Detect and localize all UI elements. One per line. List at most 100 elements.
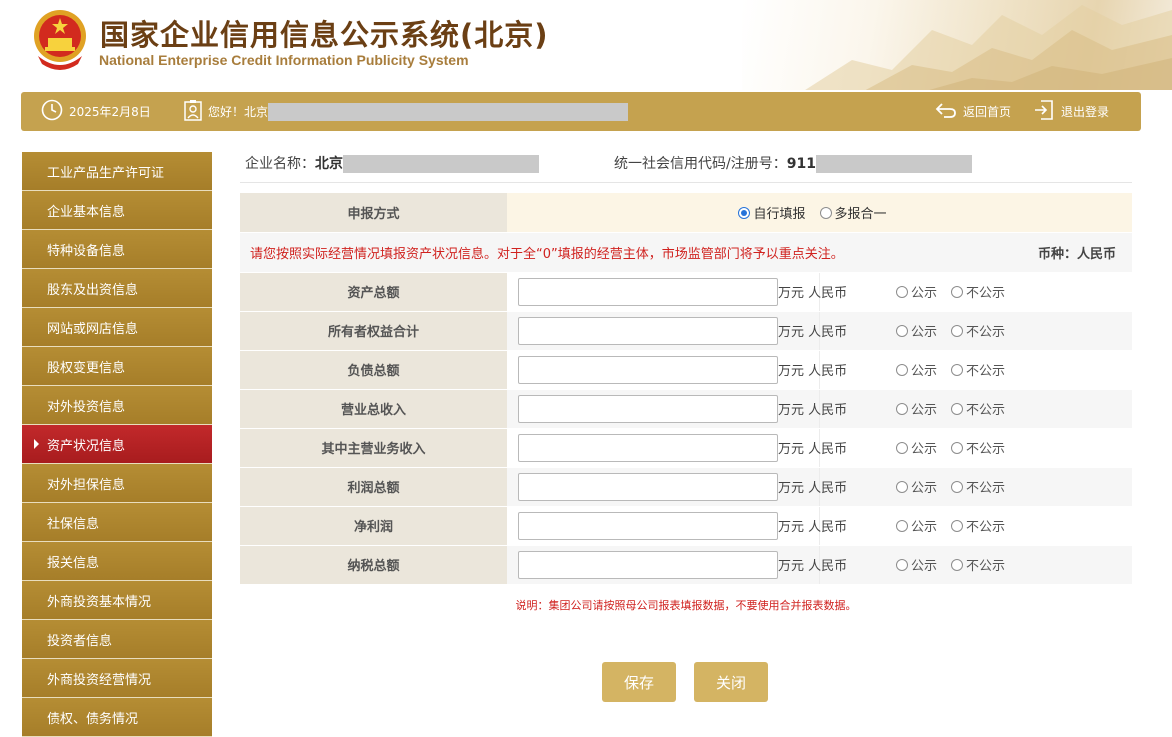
field-input-cell: 万元 人民币 <box>507 389 847 429</box>
redacted-enterprise-name <box>343 155 539 173</box>
public-option-label: 公示 <box>911 403 938 418</box>
sidebar-item[interactable]: 企业基本信息 <box>22 191 212 230</box>
sidebar-item[interactable]: 对外投资信息 <box>22 386 212 425</box>
amount-input[interactable] <box>518 550 778 579</box>
private-option[interactable]: 不公示 <box>951 321 1005 340</box>
field-label: 资产总额 <box>240 272 507 312</box>
field-row: 纳税总额 万元 人民币 公示 不公示 <box>240 545 1132 585</box>
private-option[interactable]: 不公示 <box>951 516 1005 535</box>
unit-label: 万元 人民币 <box>778 481 848 496</box>
radio-unselected-icon[interactable] <box>951 325 964 337</box>
sidebar-item[interactable]: 债权、债务情况 <box>22 698 212 737</box>
field-input-cell: 万元 人民币 <box>507 428 847 468</box>
user-greeting: 您好！北京 <box>184 92 629 131</box>
app-root: 国家企业信用信息公示系统(北京) National Enterprise Cre… <box>0 0 1172 737</box>
radio-unselected-icon[interactable] <box>896 364 908 376</box>
radio-unselected-icon[interactable] <box>951 364 964 376</box>
public-option-label: 公示 <box>911 481 938 496</box>
radio-unselected-icon[interactable] <box>896 286 908 298</box>
close-button[interactable]: 关闭 <box>694 662 768 702</box>
private-option[interactable]: 不公示 <box>951 555 1005 574</box>
report-mode-self-option[interactable]: 自行填报 <box>738 203 806 222</box>
user-card-icon <box>184 99 202 124</box>
field-input-cell: 万元 人民币 <box>507 506 847 546</box>
logout-link[interactable]: 退出登录 <box>1033 92 1109 131</box>
private-option-label: 不公示 <box>966 286 1006 301</box>
radio-unselected-icon[interactable] <box>951 403 964 415</box>
enterprise-name-label: 企业名称： <box>245 156 315 172</box>
sidebar-item-label: 报关信息 <box>47 555 100 571</box>
radio-unselected-icon[interactable] <box>819 206 832 219</box>
save-button[interactable]: 保存 <box>602 662 676 702</box>
public-option[interactable]: 公示 <box>896 282 937 301</box>
radio-selected-icon[interactable] <box>738 206 751 219</box>
radio-unselected-icon[interactable] <box>951 559 964 571</box>
amount-input[interactable] <box>518 277 778 306</box>
sidebar-item[interactable]: 股东及出资信息 <box>22 269 212 308</box>
redacted-username <box>268 102 629 121</box>
private-option[interactable]: 不公示 <box>951 282 1005 301</box>
field-input-cell: 万元 人民币 <box>507 545 847 585</box>
public-option[interactable]: 公示 <box>896 438 937 457</box>
site-title-chinese: 国家企业信用信息公示系统(北京) <box>100 18 549 52</box>
sidebar-item[interactable]: 社保信息 <box>22 503 212 542</box>
public-option-label: 公示 <box>911 286 938 301</box>
public-option[interactable]: 公示 <box>896 516 937 535</box>
radio-unselected-icon[interactable] <box>896 520 908 532</box>
sidebar-item[interactable]: 对外担保信息 <box>22 464 212 503</box>
field-label: 利润总额 <box>240 467 507 507</box>
field-row: 净利润 万元 人民币 公示 不公示 <box>240 506 1132 546</box>
sidebar-item[interactable]: 特种设备信息 <box>22 230 212 269</box>
radio-unselected-icon[interactable] <box>896 442 908 454</box>
radio-unselected-icon[interactable] <box>896 325 908 337</box>
publicity-options: 公示 不公示 <box>819 311 1132 351</box>
field-label: 负债总额 <box>240 350 507 390</box>
radio-unselected-icon[interactable] <box>951 481 964 493</box>
radio-unselected-icon[interactable] <box>896 481 908 493</box>
radio-unselected-icon[interactable] <box>951 520 964 532</box>
publicity-options: 公示 不公示 <box>819 389 1132 429</box>
home-link-label: 返回首页 <box>963 105 1012 119</box>
field-label: 所有者权益合计 <box>240 311 507 351</box>
private-option[interactable]: 不公示 <box>951 438 1005 457</box>
publicity-options: 公示 不公示 <box>819 428 1132 468</box>
public-option[interactable]: 公示 <box>896 555 937 574</box>
public-option[interactable]: 公示 <box>896 399 937 418</box>
sidebar-item[interactable]: 外商投资经营情况 <box>22 659 212 698</box>
sidebar-item-label: 股东及出资信息 <box>47 282 139 298</box>
radio-unselected-icon[interactable] <box>951 442 964 454</box>
amount-input[interactable] <box>518 394 778 423</box>
sidebar-item[interactable]: 外商投资基本情况 <box>22 581 212 620</box>
sidebar-item[interactable]: 网站或网店信息 <box>22 308 212 347</box>
report-mode-label: 申报方式 <box>240 193 507 233</box>
public-option[interactable]: 公示 <box>896 477 937 496</box>
top-bar: 2025年2月8日 您好！北京 返回首页 退出登录 <box>21 92 1141 131</box>
amount-input[interactable] <box>518 355 778 384</box>
radio-unselected-icon[interactable] <box>896 403 908 415</box>
amount-input[interactable] <box>518 472 778 501</box>
greeting-text: 您好！北京 <box>208 105 269 119</box>
private-option[interactable]: 不公示 <box>951 477 1005 496</box>
public-option[interactable]: 公示 <box>896 321 937 340</box>
sidebar-item[interactable]: 报关信息 <box>22 542 212 581</box>
private-option[interactable]: 不公示 <box>951 360 1005 379</box>
sidebar-item[interactable]: 投资者信息 <box>22 620 212 659</box>
sidebar-item[interactable]: 股权变更信息 <box>22 347 212 386</box>
public-option[interactable]: 公示 <box>896 360 937 379</box>
report-mode-multi-option[interactable]: 多报合一 <box>819 203 887 222</box>
private-option[interactable]: 不公示 <box>951 399 1005 418</box>
home-link[interactable]: 返回首页 <box>935 92 1011 131</box>
notice-text: 请您按照实际经营情况填报资产状况信息。对于全“0”填报的经营主体，市场监管部门将… <box>240 232 844 273</box>
unit-label: 万元 人民币 <box>778 442 848 457</box>
sidebar-item[interactable]: 资产状况信息 <box>22 425 212 464</box>
radio-unselected-icon[interactable] <box>951 286 964 298</box>
amount-input[interactable] <box>518 433 778 462</box>
amount-input[interactable] <box>518 316 778 345</box>
sidebar-item[interactable]: 工业产品生产许可证 <box>22 152 212 191</box>
field-input-cell: 万元 人民币 <box>507 311 847 351</box>
amount-input[interactable] <box>518 511 778 540</box>
sidebar-item-label: 债权、债务情况 <box>47 711 139 727</box>
sidebar-item-label: 工业产品生产许可证 <box>47 165 165 181</box>
logout-link-label: 退出登录 <box>1061 105 1110 119</box>
radio-unselected-icon[interactable] <box>896 559 908 571</box>
